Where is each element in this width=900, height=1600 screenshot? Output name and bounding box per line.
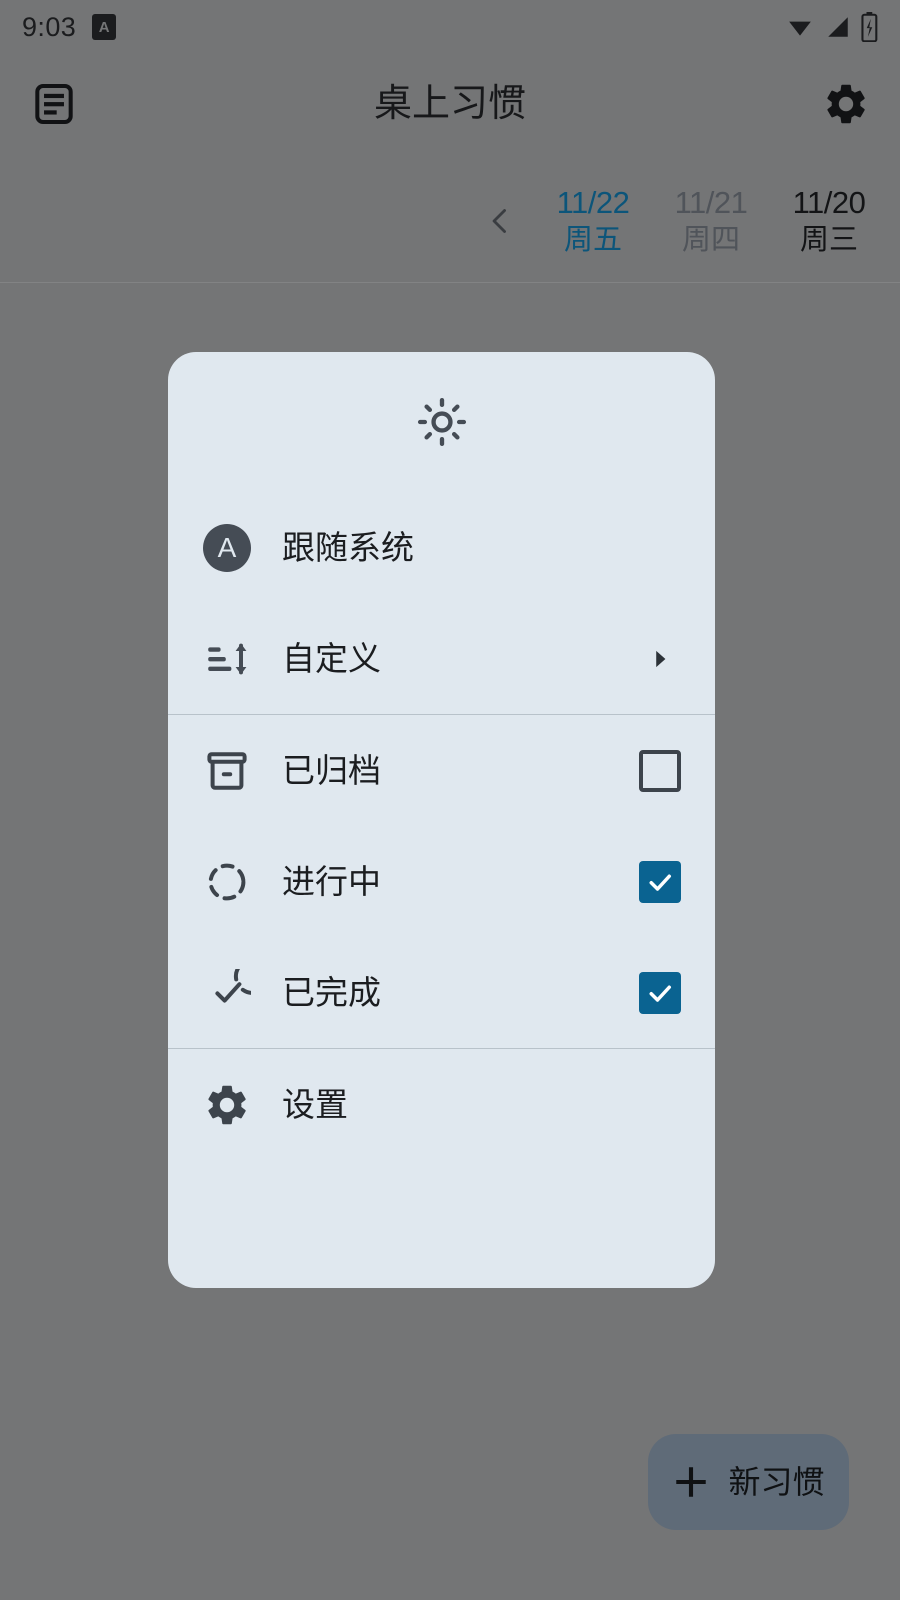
options-popup-menu: A 跟随系统 自定义 已归档 进行中 已完成 设置 — [168, 352, 715, 1288]
menu-item-label: 跟随系统 — [282, 529, 414, 566]
menu-item-trailing[interactable] — [637, 749, 683, 792]
app-bar: 桌上习惯 — [0, 54, 900, 154]
notification-badge-a-icon: A — [92, 14, 117, 40]
checkmark-icon — [649, 985, 671, 1002]
archive-icon — [207, 751, 247, 790]
menu-item-custom[interactable]: 自定义 — [168, 603, 715, 714]
gear-icon — [827, 84, 865, 124]
status-notification-icons: A — [92, 14, 117, 40]
plus-icon — [676, 1467, 707, 1497]
menu-item-trailing[interactable] — [637, 860, 683, 903]
menu-item-archived[interactable]: 已归档 — [168, 715, 715, 826]
archive-icon-wrap — [194, 747, 260, 795]
brightness-sun-icon — [417, 397, 466, 447]
chevron-left-icon — [492, 209, 506, 233]
sort-size-icon — [208, 643, 247, 674]
date-chip-2[interactable]: 11/20 周三 — [770, 185, 888, 258]
checkbox-archived[interactable] — [639, 749, 681, 792]
dashed-circle-icon — [208, 863, 246, 900]
date-weekday: 周三 — [799, 224, 858, 257]
menu-header — [168, 352, 715, 492]
battery-charging-icon — [861, 12, 878, 42]
menu-item-label: 自定义 — [282, 640, 381, 677]
menu-item-label: 已完成 — [282, 974, 381, 1011]
menu-group-filters: 已归档 进行中 已完成 — [168, 715, 715, 1048]
date-prev-button[interactable] — [472, 193, 528, 249]
chevron-right-icon — [656, 650, 666, 667]
wifi-icon — [789, 21, 811, 36]
date-weekday: 周五 — [563, 224, 622, 257]
cellular-signal-icon — [828, 17, 848, 37]
status-bar: 9:03 A — [0, 0, 900, 54]
check-circle-icon — [215, 968, 251, 1003]
date-chip-0[interactable]: 11/22 周五 — [534, 185, 652, 258]
date-weekday: 周四 — [681, 224, 740, 257]
date-strip: 11/22 周五 11/21 周四 11/20 周三 — [0, 160, 900, 283]
dashed-circle-icon-wrap — [194, 858, 260, 906]
menu-list-button[interactable] — [26, 76, 82, 132]
date-number: 11/22 — [556, 184, 630, 220]
gear-icon — [208, 1085, 246, 1124]
circle-a-auto-icon: A — [194, 523, 260, 572]
settings-button[interactable] — [818, 76, 874, 132]
date-number: 11/20 — [792, 184, 866, 220]
checkmark-icon — [649, 874, 671, 891]
status-system-icons — [785, 12, 878, 42]
menu-item-label: 已归档 — [282, 752, 381, 789]
menu-item-label: 设置 — [282, 1086, 348, 1123]
menu-item-trailing[interactable] — [637, 971, 683, 1014]
menu-item-label: 进行中 — [282, 863, 381, 900]
article-list-icon — [35, 83, 73, 125]
new-habit-fab-label: 新习惯 — [728, 1464, 825, 1500]
checkbox-completed[interactable] — [639, 971, 681, 1014]
check-circle-icon-wrap — [194, 968, 260, 1017]
checkbox-in-progress[interactable] — [639, 860, 681, 903]
menu-group-settings: 设置 — [168, 1049, 715, 1160]
status-clock: 9:03 — [22, 11, 77, 42]
circle-a-letter: A — [203, 523, 251, 572]
menu-group-theme: A 跟随系统 自定义 — [168, 492, 715, 714]
menu-item-settings[interactable]: 设置 — [168, 1049, 715, 1160]
menu-item-completed[interactable]: 已完成 — [168, 937, 715, 1048]
date-number: 11/21 — [674, 184, 748, 220]
sort-size-icon-wrap — [194, 635, 260, 683]
gear-icon-wrap — [194, 1081, 260, 1129]
menu-item-trailing — [637, 646, 683, 672]
menu-item-follow-system[interactable]: A 跟随系统 — [168, 492, 715, 603]
menu-item-in-progress[interactable]: 进行中 — [168, 826, 715, 937]
page-title: 桌上习惯 — [373, 83, 526, 125]
new-habit-fab[interactable]: 新习惯 — [648, 1434, 849, 1530]
date-chip-1[interactable]: 11/21 周四 — [652, 185, 770, 258]
